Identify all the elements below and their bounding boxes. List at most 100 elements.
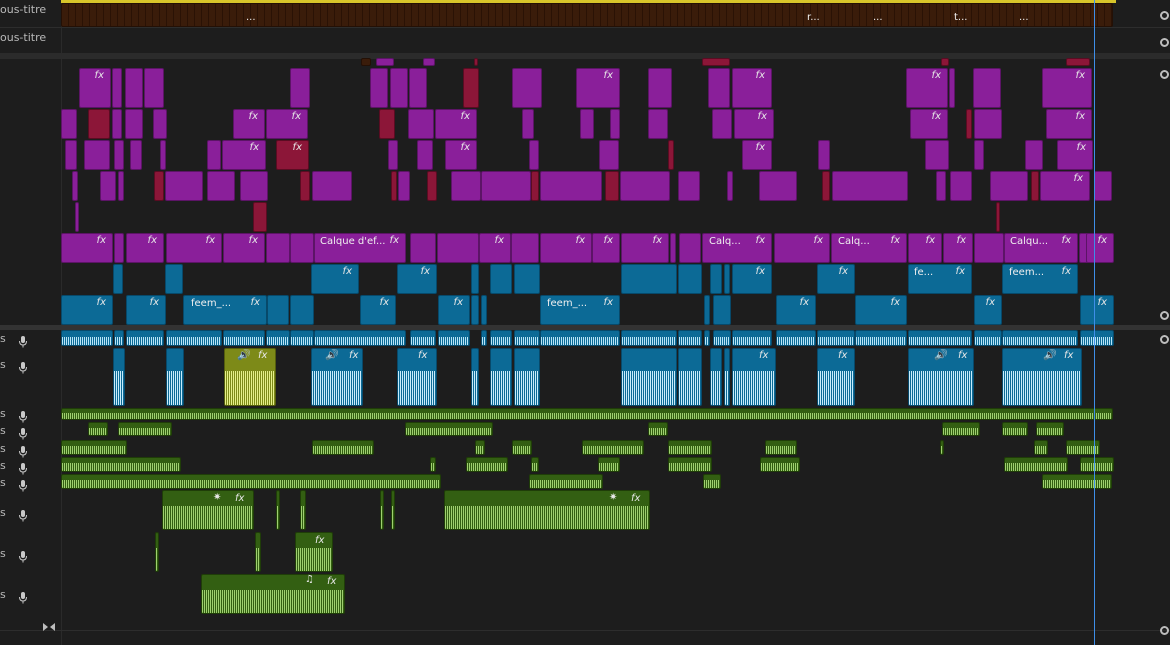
- audio-clip[interactable]: [88, 422, 108, 436]
- video-clip[interactable]: [463, 68, 479, 108]
- video-clip[interactable]: fx: [1042, 68, 1092, 108]
- video-clip[interactable]: [936, 171, 946, 201]
- audio-clip[interactable]: [1002, 422, 1028, 436]
- video-clip[interactable]: fx: [742, 140, 772, 170]
- audio-clip[interactable]: [255, 532, 261, 572]
- audio-clip[interactable]: [514, 348, 540, 406]
- mic-icon[interactable]: [18, 548, 28, 563]
- video-clip[interactable]: fx: [435, 109, 477, 139]
- audio-clip[interactable]: [1080, 330, 1114, 346]
- audio-clip[interactable]: [201, 574, 345, 614]
- video-clip[interactable]: [990, 171, 1028, 201]
- video-clip[interactable]: fx: [1046, 109, 1092, 139]
- mic-icon[interactable]: [18, 408, 28, 423]
- mic-icon[interactable]: [18, 425, 28, 440]
- audio-clip[interactable]: [61, 474, 441, 489]
- audio-clip[interactable]: [224, 348, 276, 406]
- video-clip[interactable]: [312, 171, 352, 201]
- audio-clip[interactable]: [471, 348, 479, 406]
- audio-clip[interactable]: [1080, 457, 1114, 472]
- subtitle-track-header-1[interactable]: ous-titre: [0, 0, 62, 28]
- audio-clip[interactable]: [481, 330, 487, 346]
- audio-clip[interactable]: [166, 330, 222, 346]
- audio-clip[interactable]: [223, 330, 265, 346]
- audio-clip[interactable]: [444, 490, 650, 530]
- audio-clip[interactable]: [668, 457, 712, 472]
- audio-clip[interactable]: [529, 474, 603, 489]
- video-clip[interactable]: [668, 140, 674, 170]
- video-clip[interactable]: [361, 58, 371, 66]
- audio-clip[interactable]: [1004, 457, 1068, 472]
- video-clip[interactable]: fx: [734, 109, 774, 139]
- audio-clip[interactable]: [648, 422, 668, 436]
- video-clip[interactable]: [481, 171, 531, 201]
- video-clip[interactable]: [702, 58, 730, 66]
- video-clip[interactable]: [88, 109, 110, 139]
- audio-clip[interactable]: [380, 490, 384, 530]
- toggle-track-height-icon[interactable]: [43, 617, 55, 631]
- video-clip[interactable]: [118, 171, 124, 201]
- audio-clip[interactable]: [1042, 474, 1112, 489]
- video-clip[interactable]: [950, 171, 972, 201]
- audio-clip[interactable]: [1034, 440, 1048, 455]
- video-clip[interactable]: fx: [906, 68, 948, 108]
- video-clip[interactable]: [300, 171, 310, 201]
- video-clip[interactable]: [540, 171, 602, 201]
- audio-clip[interactable]: [61, 440, 127, 455]
- audio-clip[interactable]: [300, 490, 306, 530]
- video-clip[interactable]: [427, 171, 437, 201]
- video-clip[interactable]: [390, 68, 408, 108]
- audio-clip[interactable]: [940, 440, 944, 455]
- audio-clip[interactable]: [514, 330, 540, 346]
- audio-clip[interactable]: [540, 330, 620, 346]
- video-clip[interactable]: [290, 68, 310, 108]
- mic-icon[interactable]: [18, 460, 28, 475]
- audio-clip[interactable]: [295, 532, 333, 572]
- video-clip[interactable]: [925, 140, 949, 170]
- video-clip[interactable]: fx: [1040, 171, 1090, 201]
- audio-clip[interactable]: [908, 330, 972, 346]
- video-clip[interactable]: [1025, 140, 1043, 170]
- audio-clip[interactable]: [410, 330, 436, 346]
- scroll-handle-video-top[interactable]: [1160, 70, 1169, 79]
- video-clip[interactable]: [727, 171, 733, 201]
- video-clip[interactable]: [253, 202, 267, 232]
- audio-clip[interactable]: [314, 330, 406, 346]
- video-clip[interactable]: [112, 68, 122, 108]
- audio-clip[interactable]: [290, 330, 314, 346]
- audio-clip[interactable]: [582, 440, 644, 455]
- audio-clip[interactable]: [817, 348, 855, 406]
- video-clip[interactable]: [409, 68, 427, 108]
- audio-clip[interactable]: [155, 532, 159, 572]
- audio-clip[interactable]: [765, 440, 797, 455]
- audio-clip[interactable]: [397, 348, 437, 406]
- audio-clip[interactable]: [1002, 330, 1078, 346]
- video-clip[interactable]: [65, 140, 77, 170]
- scroll-handle-audio-bottom[interactable]: [1160, 626, 1169, 635]
- audio-clip[interactable]: [512, 440, 532, 455]
- audio-clip[interactable]: [710, 348, 722, 406]
- audio-clip[interactable]: [438, 330, 470, 346]
- audio-clip[interactable]: [678, 330, 702, 346]
- video-clip[interactable]: fx: [732, 68, 772, 108]
- audio-clip[interactable]: [61, 408, 1113, 420]
- video-clip[interactable]: [130, 140, 142, 170]
- video-clip[interactable]: [423, 58, 435, 66]
- video-clip[interactable]: fx: [233, 109, 265, 139]
- audio-clip[interactable]: [113, 348, 125, 406]
- audio-clip[interactable]: [713, 330, 731, 346]
- audio-clip[interactable]: [276, 490, 280, 530]
- video-clip[interactable]: fx: [445, 140, 477, 170]
- audio-clip[interactable]: [678, 348, 702, 406]
- scroll-handle-subtitle[interactable]: [1160, 38, 1169, 47]
- timeline-panel[interactable]: ous-titre ous-titre ssssssssss ... r... …: [0, 0, 1170, 645]
- video-clip[interactable]: [451, 171, 481, 201]
- audio-lanes[interactable]: fx fx fx fx fx fx fx fx fx fx fx ✷ ✷ ♫ 🔊 🔊 🔊 🔊: [61, 330, 1116, 630]
- mic-icon[interactable]: [18, 359, 28, 374]
- video-clip[interactable]: fx: [276, 140, 309, 170]
- video-clip[interactable]: fx: [266, 109, 308, 139]
- audio-clip[interactable]: [621, 330, 677, 346]
- audio-clip[interactable]: [668, 440, 712, 455]
- scroll-handle-video-bottom[interactable]: [1160, 311, 1169, 320]
- audio-clip[interactable]: [490, 348, 512, 406]
